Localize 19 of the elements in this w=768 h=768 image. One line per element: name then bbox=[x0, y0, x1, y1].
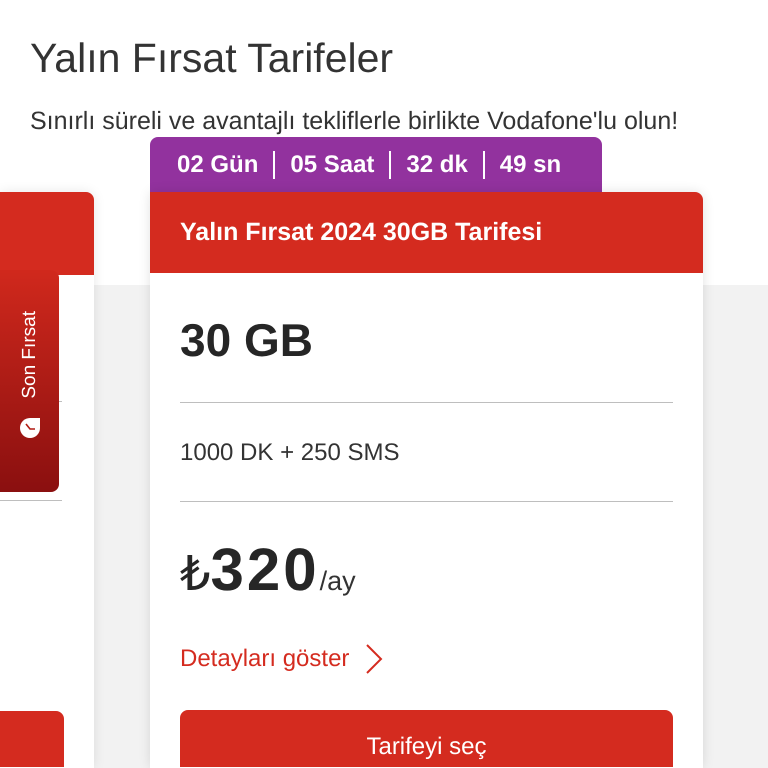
price-amount: 320 bbox=[210, 540, 320, 600]
countdown-text: 32 dk bbox=[406, 150, 468, 178]
data-amount: 30 GB bbox=[180, 317, 313, 363]
countdown-text: 05 Saat bbox=[290, 150, 374, 178]
select-button[interactable]: Tarifeyi seç bbox=[180, 710, 673, 767]
page-subtitle: Sınırlı süreli ve avantajlı tekliflerle birlikte Vodafone'lu olun! bbox=[30, 106, 678, 136]
details-link[interactable]: Detayları göster bbox=[180, 644, 384, 674]
countdown-text: 49 sn bbox=[500, 150, 562, 178]
clock-icon bbox=[20, 418, 40, 438]
countdown-text: 02 Gün bbox=[177, 150, 258, 178]
price-currency: ₺ bbox=[180, 545, 211, 604]
price-period: /ay bbox=[320, 566, 356, 596]
chevron-right-icon bbox=[365, 644, 384, 674]
page-title: Yalın Fırsat Tarifeler bbox=[30, 34, 394, 82]
select-button[interactable] bbox=[0, 711, 64, 767]
allowance-text: 1000 DK + 250 SMS bbox=[180, 438, 400, 468]
side-tab[interactable]: Son Fırsat bbox=[0, 270, 59, 492]
side-tab-label: Son Fırsat bbox=[18, 311, 40, 399]
plan-title: Yalın Fırsat 2024 30GB Tarifesi bbox=[180, 216, 542, 248]
